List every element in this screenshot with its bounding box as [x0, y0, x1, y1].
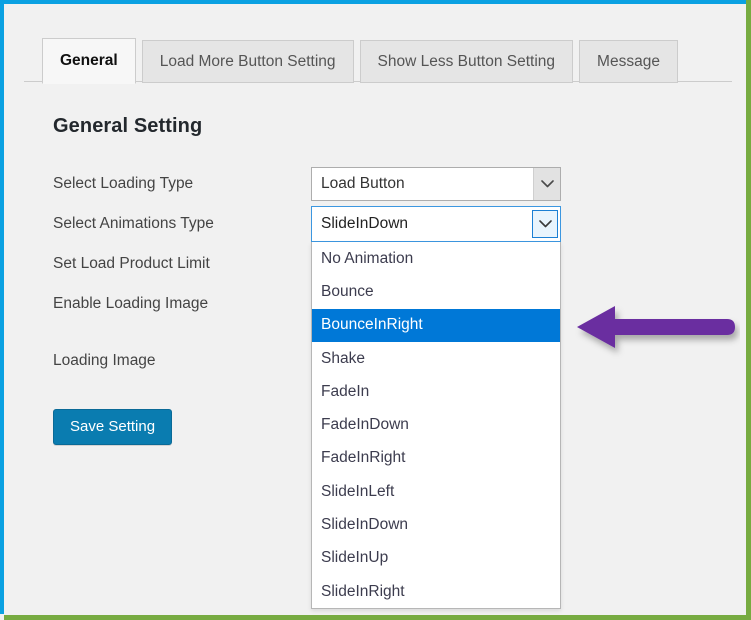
page-title: General Setting: [53, 115, 202, 138]
tab-message-label: Message: [597, 54, 660, 70]
dropdown-option[interactable]: FadeInDown: [312, 408, 560, 441]
tab-load-more-button-setting-label: Load More Button Setting: [160, 54, 336, 70]
loading-type-select-wrap: Load Button: [311, 167, 561, 201]
animation-select-dropdown[interactable]: No Animation Bounce BounceInRight Shake …: [311, 242, 561, 609]
dropdown-option[interactable]: FadeInRight: [312, 442, 560, 475]
dropdown-option[interactable]: No Animation: [312, 242, 560, 275]
dropdown-option-label: Shake: [321, 350, 365, 368]
dropdown-option-label: SlideInLeft: [321, 483, 394, 501]
chevron-down-icon[interactable]: [532, 210, 558, 238]
tab-strip: General Load More Button Setting Show Le…: [42, 35, 747, 83]
frame-edge-bottom: [4, 615, 751, 620]
label-select-loading-type: Select Loading Type: [53, 175, 311, 193]
label-enable-loading-image: Enable Loading Image: [53, 295, 311, 313]
tab-general-label: General: [60, 53, 118, 69]
tab-show-less-button-setting-label: Show Less Button Setting: [378, 54, 556, 70]
dropdown-option[interactable]: SlideInLeft: [312, 475, 560, 508]
tab-load-more-button-setting[interactable]: Load More Button Setting: [142, 40, 354, 83]
dropdown-option[interactable]: SlideInRight: [312, 575, 560, 608]
chevron-down-icon[interactable]: [533, 168, 560, 200]
general-settings-panel: General Setting Select Loading Type Load…: [24, 81, 732, 601]
loading-type-select-value: Load Button: [312, 175, 533, 193]
save-setting-button[interactable]: Save Setting: [53, 409, 172, 445]
dropdown-option[interactable]: SlideInUp: [312, 542, 560, 575]
dropdown-option-label: SlideInRight: [321, 583, 405, 601]
dropdown-option-label: FadeInDown: [321, 416, 409, 434]
dropdown-option[interactable]: Bounce: [312, 275, 560, 308]
form-row-loading-type: Select Loading Type Load Button: [53, 164, 713, 204]
label-loading-image: Loading Image: [53, 352, 311, 370]
screenshot-root: General Load More Button Setting Show Le…: [0, 0, 751, 620]
dropdown-option-label: Bounce: [321, 283, 374, 301]
dropdown-option[interactable]: Shake: [312, 342, 560, 375]
loading-type-select[interactable]: Load Button: [311, 167, 561, 201]
dropdown-option-selected[interactable]: BounceInRight: [312, 309, 560, 342]
label-set-load-product-limit: Set Load Product Limit: [53, 255, 311, 273]
dropdown-option-label: SlideInDown: [321, 516, 408, 534]
tab-show-less-button-setting[interactable]: Show Less Button Setting: [360, 40, 574, 83]
dropdown-option-label: FadeInRight: [321, 449, 405, 467]
animation-select[interactable]: SlideInDown: [311, 206, 561, 242]
animation-select-wrap: SlideInDown No Animation Bounce BounceIn…: [311, 206, 561, 242]
settings-page: General Load More Button Setting Show Le…: [4, 4, 747, 615]
form-row-animations-type: Select Animations Type SlideInDown No: [53, 204, 713, 244]
tab-message[interactable]: Message: [579, 40, 678, 83]
dropdown-option-label: FadeIn: [321, 383, 369, 401]
dropdown-option-label: SlideInUp: [321, 549, 388, 567]
animation-select-value: SlideInDown: [312, 215, 532, 233]
settings-form: Select Loading Type Load Button: [53, 164, 713, 381]
label-select-animations-type: Select Animations Type: [53, 215, 311, 233]
dropdown-option-label: No Animation: [321, 250, 413, 268]
dropdown-option-label: BounceInRight: [321, 316, 423, 334]
tab-general[interactable]: General: [42, 38, 136, 84]
dropdown-option[interactable]: FadeIn: [312, 375, 560, 408]
dropdown-option[interactable]: SlideInDown: [312, 508, 560, 541]
